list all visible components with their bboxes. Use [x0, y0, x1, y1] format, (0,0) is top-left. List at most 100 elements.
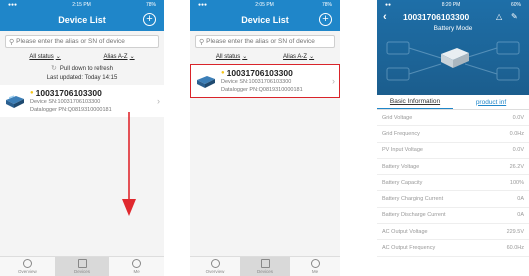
search-input[interactable] [16, 38, 158, 45]
device-title: 10031706103300 [403, 12, 470, 22]
bell-icon[interactable]: △ [496, 12, 502, 21]
info-row-value: 0.0V [512, 147, 524, 154]
tab-overview-label: Overview [205, 269, 225, 274]
edit-icon[interactable]: ✎ [511, 12, 518, 21]
info-row-label: Grid Voltage [382, 114, 413, 121]
pull-down-arrow-icon [122, 112, 136, 216]
info-row: Battery Discharge Current 0A [377, 208, 529, 225]
device-sn: Device SN:10031706103300 [221, 79, 292, 85]
tab-me-label: Me [311, 269, 319, 274]
search-box[interactable]: ⚲ [195, 35, 335, 48]
tab-overview-label: Overview [17, 269, 37, 274]
operating-mode: Battery Mode [433, 25, 473, 32]
info-row: Battery Voltage 26.2V [377, 159, 529, 176]
info-row-label: Battery Voltage [382, 163, 420, 170]
info-row-value: 229.5V [506, 228, 524, 235]
page-title: Device List [58, 15, 106, 25]
info-row-value: 0.0Hz [509, 130, 524, 137]
refresh-spinner-icon: ↻ [51, 65, 57, 72]
status-bar: ●●● 2:15 PM 78% [0, 0, 164, 9]
info-row-value: 60.0Hz [506, 245, 524, 252]
info-row-label: AC Output Frequency [382, 245, 436, 252]
plus-icon: + [146, 13, 153, 25]
chevron-down-icon: ⌄ [129, 54, 135, 60]
info-row-value: 0A [517, 196, 524, 203]
tab-me-label: Me [133, 269, 140, 274]
info-row: Grid Frequency 0.0Hz [377, 126, 529, 143]
status-battery: 78% [321, 1, 332, 8]
status-filter[interactable]: All status ⌄ [29, 53, 60, 61]
add-device-button[interactable]: + [143, 13, 156, 26]
signal-icon: ●● [385, 1, 392, 8]
tab-overview[interactable]: Overview [0, 257, 55, 276]
tab-devices-label: Devices [256, 269, 273, 274]
tab-basic-information[interactable]: Basic Information [377, 95, 453, 109]
info-row-label: AC Output Voltage [382, 228, 428, 235]
tab-me[interactable]: Me [109, 257, 164, 276]
search-icon: ⚲ [199, 38, 205, 46]
device-name: 10031706103300 [35, 88, 102, 98]
tab-devices[interactable]: Devices [240, 257, 290, 276]
info-row: Battery Charging Current 0A [377, 191, 529, 208]
search-icon: ⚲ [9, 38, 15, 46]
status-time: 2:05 PM [255, 1, 274, 8]
device-hero: ●● 8:20 PM 60% ‹ 10031706103300 △ ✎ Batt… [377, 0, 529, 95]
chevron-right-icon: › [157, 96, 160, 106]
info-row: PV Input Voltage 0.0V [377, 143, 529, 159]
status-time: 8:20 PM [441, 1, 461, 8]
device-list-item-selected[interactable]: ● 10031706103300 Device SN:10031706103300… [190, 64, 340, 98]
info-row: AC Output Frequency 60.0Hz [377, 240, 529, 257]
favorite-star-icon: ● [30, 90, 34, 96]
search-input[interactable] [206, 38, 334, 45]
tab-devices[interactable]: Devices [54, 257, 110, 276]
devices-icon [77, 259, 87, 268]
info-row: AC Output Voltage 229.5V [377, 224, 529, 241]
datalogger-pn: Datalogger PN:Q0819310000181 [30, 107, 112, 113]
chevron-right-icon: › [332, 76, 335, 86]
device-detail-screen: ●● 8:20 PM 60% ‹ 10031706103300 △ ✎ Batt… [377, 0, 529, 276]
info-row-label: Battery Charging Current [382, 196, 444, 203]
info-row: Battery Capacity 100% [377, 175, 529, 192]
header: Device List + [0, 9, 164, 31]
basic-info-list: Grid Voltage 0.0V Grid Frequency 0.0Hz PV In… [377, 110, 529, 257]
energy-flow-diagram [386, 41, 520, 81]
status-filter-label: All status [29, 53, 54, 60]
info-row-label: Battery Capacity [382, 179, 423, 186]
favorite-star-icon: ● [221, 70, 225, 76]
tab-product-info[interactable]: product inf [453, 95, 529, 109]
status-battery: 78% [145, 1, 156, 8]
device-list-item[interactable]: ● 10031706103300 Device SN:10031706103300… [0, 85, 164, 117]
inverter-icon [197, 75, 215, 88]
sort-filter-label: Alias A-Z [103, 53, 128, 60]
tab-bar: Overview Devices Me [0, 256, 164, 276]
search-box[interactable]: ⚲ [5, 35, 159, 48]
device-name: 10031706103300 [226, 68, 293, 78]
plus-icon: + [322, 13, 329, 25]
pull-to-refresh: ↻ Pull down to refresh Last updated: Toda… [0, 64, 164, 83]
tab-me[interactable]: Me [290, 257, 340, 276]
sort-filter[interactable]: Alias A-Z ⌄ [103, 53, 135, 61]
device-list-screen-refresh: ●●● 2:15 PM 78% Device List + ⚲ All stat… [0, 0, 164, 276]
tab-overview[interactable]: Overview [190, 257, 240, 276]
header: Device List + [190, 9, 340, 31]
signal-icon: ●●● [198, 1, 208, 8]
device-sn: Device SN:10031706103300 [30, 99, 101, 105]
back-button[interactable]: ‹ [383, 11, 387, 23]
chevron-down-icon: ⌄ [309, 54, 315, 60]
page-title: Device List [241, 15, 289, 25]
tab-devices-label: Devices [74, 269, 91, 274]
overview-icon [210, 259, 220, 268]
signal-icon: ●●● [8, 1, 18, 8]
detail-tabs: Basic Information product inf [377, 95, 529, 110]
filter-bar: All status ⌄ Alias A-Z ⌄ [0, 48, 164, 63]
devices-icon [260, 259, 270, 268]
status-time: 2:15 PM [72, 1, 91, 8]
info-row: Grid Voltage 0.0V [377, 110, 529, 127]
status-filter[interactable]: All status ⌄ [215, 53, 247, 61]
info-row-label: PV Input Voltage [382, 147, 423, 154]
tab-bar: Overview Devices Me [190, 256, 340, 276]
sort-filter[interactable]: Alias A-Z ⌄ [283, 53, 315, 61]
status-filter-label: All status [215, 53, 241, 60]
add-device-button[interactable]: + [319, 13, 332, 26]
last-updated: Last updated: Today 14:15 [46, 75, 118, 81]
